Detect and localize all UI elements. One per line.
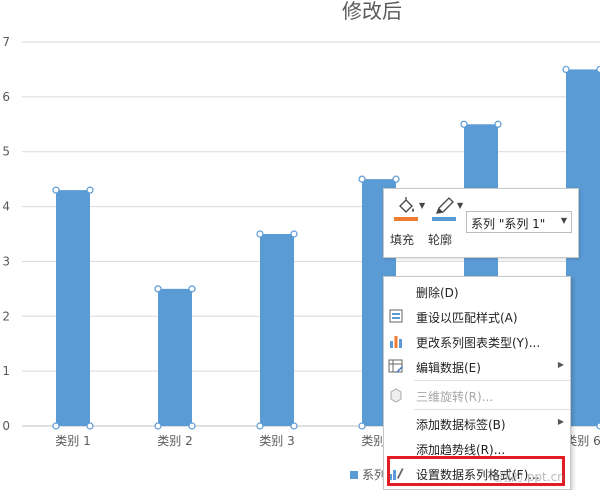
selection-handle[interactable] (392, 175, 400, 183)
fill-button[interactable]: ▼ 填充 (390, 195, 425, 253)
chevron-down-icon[interactable]: ▼ (457, 201, 463, 210)
menu-item-3d-rotation: 三维旋转(R)... (384, 383, 570, 408)
selection-handle[interactable] (494, 120, 502, 128)
menu-separator (414, 380, 570, 381)
selection-handle[interactable] (86, 422, 94, 430)
x-tick-label: 类别 3 (259, 434, 294, 448)
selection-handle[interactable] (290, 422, 298, 430)
selection-handle[interactable] (154, 422, 162, 430)
menu-item-edit-data[interactable]: 编辑数据(E) ▶ (384, 354, 570, 379)
change-chart-type-icon (390, 336, 402, 348)
fill-color-strip (394, 217, 418, 221)
legend-swatch (350, 471, 358, 479)
y-tick-label: 2 (2, 309, 10, 323)
bar[interactable] (260, 234, 294, 426)
menu-item-delete[interactable]: 删除(D) (384, 279, 570, 304)
selection-handle[interactable] (562, 65, 570, 74)
selection-handle[interactable] (154, 285, 162, 293)
y-tick-label: 4 (2, 200, 10, 214)
bar[interactable] (158, 288, 192, 426)
reset-style-icon (389, 309, 403, 323)
selection-handle[interactable] (358, 422, 366, 430)
chevron-down-icon[interactable]: ▼ (561, 216, 567, 225)
paint-bucket-icon (399, 197, 414, 213)
series-select[interactable]: 系列 "系列 1" ▼ (466, 211, 572, 233)
menu-item-reset-style[interactable]: 重设以匹配样式(A) (384, 304, 570, 329)
legend: 系列 (350, 466, 386, 483)
format-mini-toolbar: ▼ 填充 ▼ 轮廓 系列 "系列 1" ▼ (383, 188, 579, 258)
chevron-down-icon[interactable]: ▼ (419, 201, 425, 210)
outline-label: 轮廓 (428, 233, 453, 247)
pen-icon (435, 197, 454, 214)
selection-handle[interactable] (256, 422, 264, 430)
y-tick-label: 6 (2, 90, 10, 104)
y-tick-label: 1 (2, 364, 10, 378)
edit-data-icon (388, 359, 403, 373)
selection-handle[interactable] (86, 186, 94, 194)
watermark: 飞翔的 ppt.cn (487, 470, 565, 484)
y-tick-label: 0 (2, 419, 10, 433)
menu-item-change-chart-type[interactable]: 更改系列图表类型(Y)... (384, 329, 570, 354)
y-tick-label: 5 (2, 145, 10, 159)
series-select-value: 系列 "系列 1" (471, 217, 546, 231)
outline-button[interactable]: ▼ 轮廓 (428, 195, 463, 253)
outline-color-strip (432, 217, 456, 221)
fill-label: 填充 (390, 233, 415, 247)
selection-handle[interactable] (460, 120, 468, 128)
x-tick-label: 类别 1 (55, 434, 90, 448)
menu-separator (414, 409, 570, 410)
submenu-arrow-icon: ▶ (557, 360, 564, 369)
chart-title: 修改后 (342, 0, 402, 23)
submenu-arrow-icon: ▶ (557, 417, 564, 426)
rotate-3d-icon (390, 388, 402, 403)
selection-handle[interactable] (188, 422, 196, 430)
selection-handle[interactable] (256, 230, 264, 238)
selection-handle[interactable] (52, 186, 60, 194)
selection-handle[interactable] (290, 230, 298, 238)
bar[interactable] (56, 190, 90, 426)
y-tick-label: 3 (2, 254, 10, 268)
selection-handle[interactable] (52, 422, 60, 430)
selection-handle[interactable] (358, 175, 366, 183)
menu-item-add-data-labels[interactable]: 添加数据标签(B) ▶ (384, 411, 570, 436)
selection-handle[interactable] (188, 285, 196, 293)
x-tick-label: 类别 2 (157, 434, 192, 448)
y-tick-label: 7 (2, 35, 10, 49)
